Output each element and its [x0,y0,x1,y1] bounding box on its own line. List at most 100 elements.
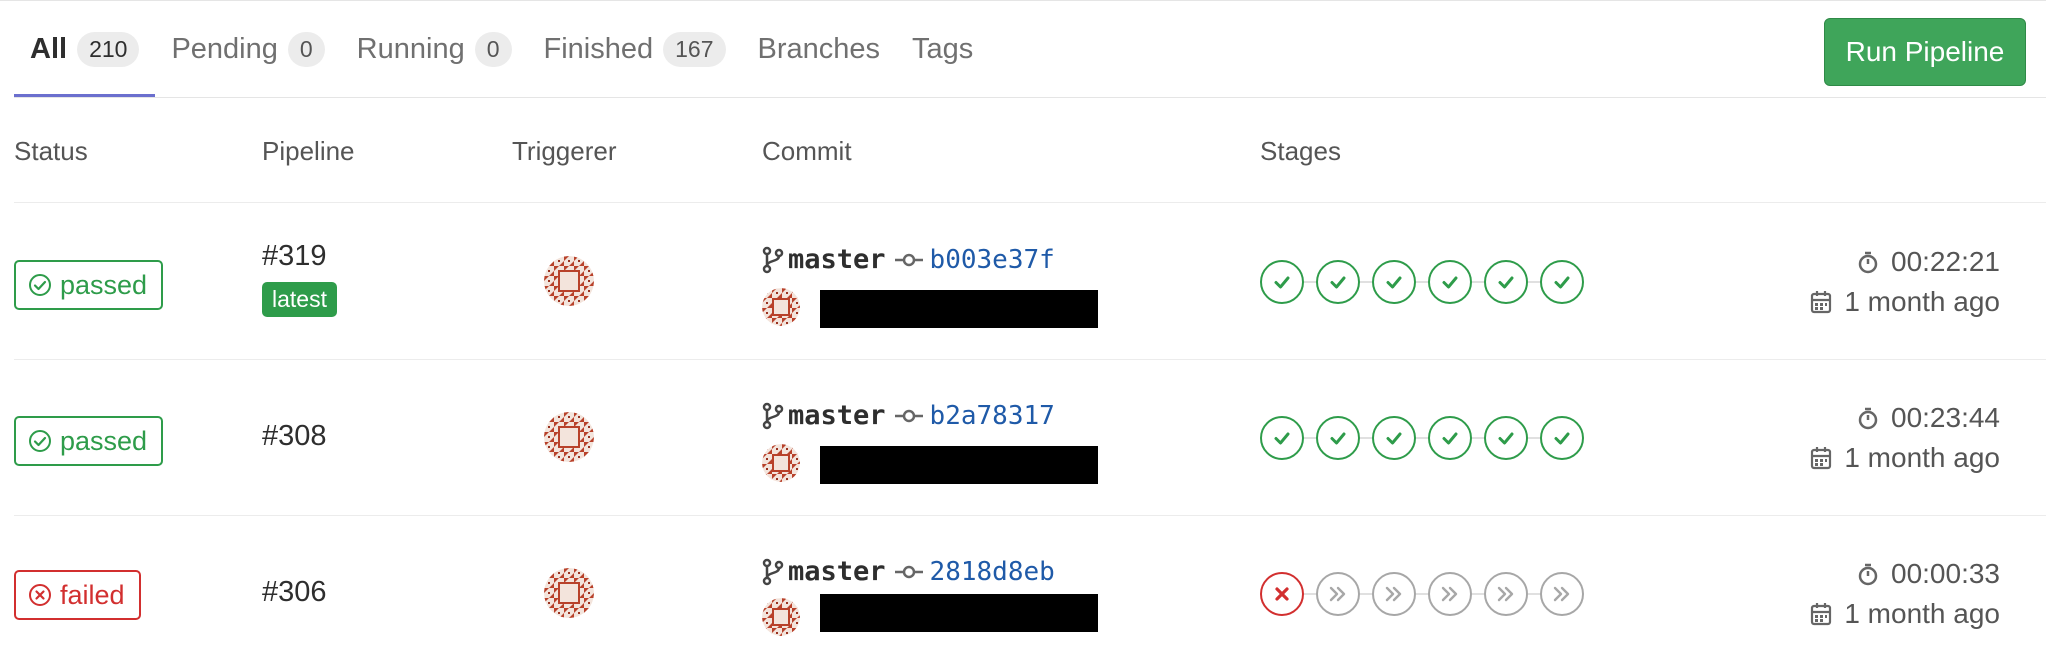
pipeline-id-link[interactable]: #308 [262,420,327,453]
tab-pending[interactable]: Pending 0 [155,0,340,98]
avatar-image [544,256,594,306]
tab-tags[interactable]: Tags [896,0,989,98]
tab-label: Pending [171,32,278,65]
stage-connector [1360,593,1372,595]
triggerer-avatar[interactable] [544,256,594,306]
commit-ref: master b2a78317 [762,400,1055,431]
commit-sha-link[interactable]: b003e37f [930,245,1055,275]
table-row: passed #319 latest master b003e37f 00:22… [0,204,2046,360]
avatar-image [762,444,800,482]
column-header-commit: Commit [762,136,852,166]
author-avatar[interactable] [762,444,800,482]
stage-status-icon[interactable] [1260,572,1304,616]
tab-count-badge: 210 [77,31,140,67]
stage-connector [1528,593,1540,595]
commit-ref: master 2818d8eb [762,556,1055,587]
status-label: failed [60,579,125,610]
stage-status-icon[interactable] [1316,572,1360,616]
avatar-image [762,598,800,636]
check-icon [1554,276,1570,289]
pipeline-id-link[interactable]: #319 [262,240,327,273]
check-circle-icon [29,274,51,296]
table-row: failed #306 master 2818d8eb 00:00:33 1 m… [0,516,2046,672]
duration-text: 00:23:44 [1891,402,2000,433]
check-icon [1498,276,1514,289]
redacted-commit-title [820,594,1098,632]
finished-time-text: 1 month ago [1844,598,2000,629]
stage-connector [1472,281,1484,283]
stage-connector [1304,437,1316,439]
double-chevron-icon [1329,586,1346,602]
stage-status-icon[interactable] [1260,260,1304,304]
stage-status-icon[interactable] [1428,416,1472,460]
header-divider [14,202,2046,203]
author-avatar[interactable] [762,288,800,326]
tab-label: Finished [543,32,654,65]
timer-icon [1858,407,1878,430]
stage-status-icon[interactable] [1372,416,1416,460]
stage-status-icon[interactable] [1260,416,1304,460]
branch-icon [762,558,784,585]
stage-status-icon[interactable] [1540,260,1584,304]
finished-time-text: 1 month ago [1844,442,2000,473]
pipeline-timing: 00:22:21 1 month ago [1810,242,2000,322]
check-icon [1442,276,1458,289]
avatar-image [762,288,800,326]
check-icon [1386,432,1402,445]
calendar-icon [1811,603,1832,626]
tab-branches[interactable]: Branches [742,0,897,98]
stage-status-icon[interactable] [1372,260,1416,304]
avatar-image [544,568,594,618]
stage-status-icon[interactable] [1428,572,1472,616]
status-badge[interactable]: failed [14,570,141,620]
branch-link[interactable]: master [788,556,886,587]
check-icon [1386,276,1402,289]
stage-status-icon[interactable] [1316,416,1360,460]
author-avatar[interactable] [762,598,800,636]
check-icon [1554,432,1570,445]
pipeline-id-link[interactable]: #306 [262,576,327,609]
avatar-image [544,412,594,462]
commit-icon [894,253,923,266]
stage-connector [1360,437,1372,439]
stage-status-icon[interactable] [1540,416,1584,460]
double-chevron-icon [1553,586,1570,602]
tab-count-badge: 0 [474,31,512,67]
redacted-commit-title [820,446,1098,484]
stage-status-icon[interactable] [1484,416,1528,460]
stage-status-icon[interactable] [1484,260,1528,304]
stage-connector [1360,281,1372,283]
tabs-divider [14,97,2046,98]
run-pipeline-button[interactable]: Run Pipeline [1824,18,2026,86]
branch-link[interactable]: master [788,244,886,275]
tab-count-badge: 0 [287,31,325,67]
status-badge[interactable]: passed [14,260,164,310]
finished-line: 1 month ago [1810,282,2000,322]
duration-text: 00:22:21 [1891,246,2000,277]
check-icon [1330,276,1346,289]
status-badge[interactable]: passed [14,416,164,466]
stage-connector [1472,593,1484,595]
branch-link[interactable]: master [788,400,886,431]
triggerer-avatar[interactable] [544,568,594,618]
status-label: passed [60,269,148,300]
pipeline-timing: 00:00:33 1 month ago [1810,554,2000,634]
stage-connector [1416,437,1428,439]
tab-all[interactable]: All 210 [14,0,156,98]
commit-sha-link[interactable]: 2818d8eb [930,557,1055,587]
triggerer-avatar[interactable] [544,412,594,462]
commit-sha-link[interactable]: b2a78317 [930,401,1055,431]
column-header-pipeline: Pipeline [262,136,355,166]
stage-connector [1528,437,1540,439]
duration-line: 00:22:21 [1810,242,2000,282]
check-icon [1498,432,1514,445]
stage-status-icon[interactable] [1316,260,1360,304]
tab-finished[interactable]: Finished 167 [528,0,742,98]
stage-status-icon[interactable] [1540,572,1584,616]
tab-running[interactable]: Running 0 [341,0,528,98]
timer-icon [1858,563,1878,586]
stage-status-icon[interactable] [1428,260,1472,304]
stage-status-icon[interactable] [1372,572,1416,616]
stage-status-icon[interactable] [1484,572,1528,616]
pipeline-tabs: All 210 Pending 0 Running 0 Finished 167… [14,0,989,98]
